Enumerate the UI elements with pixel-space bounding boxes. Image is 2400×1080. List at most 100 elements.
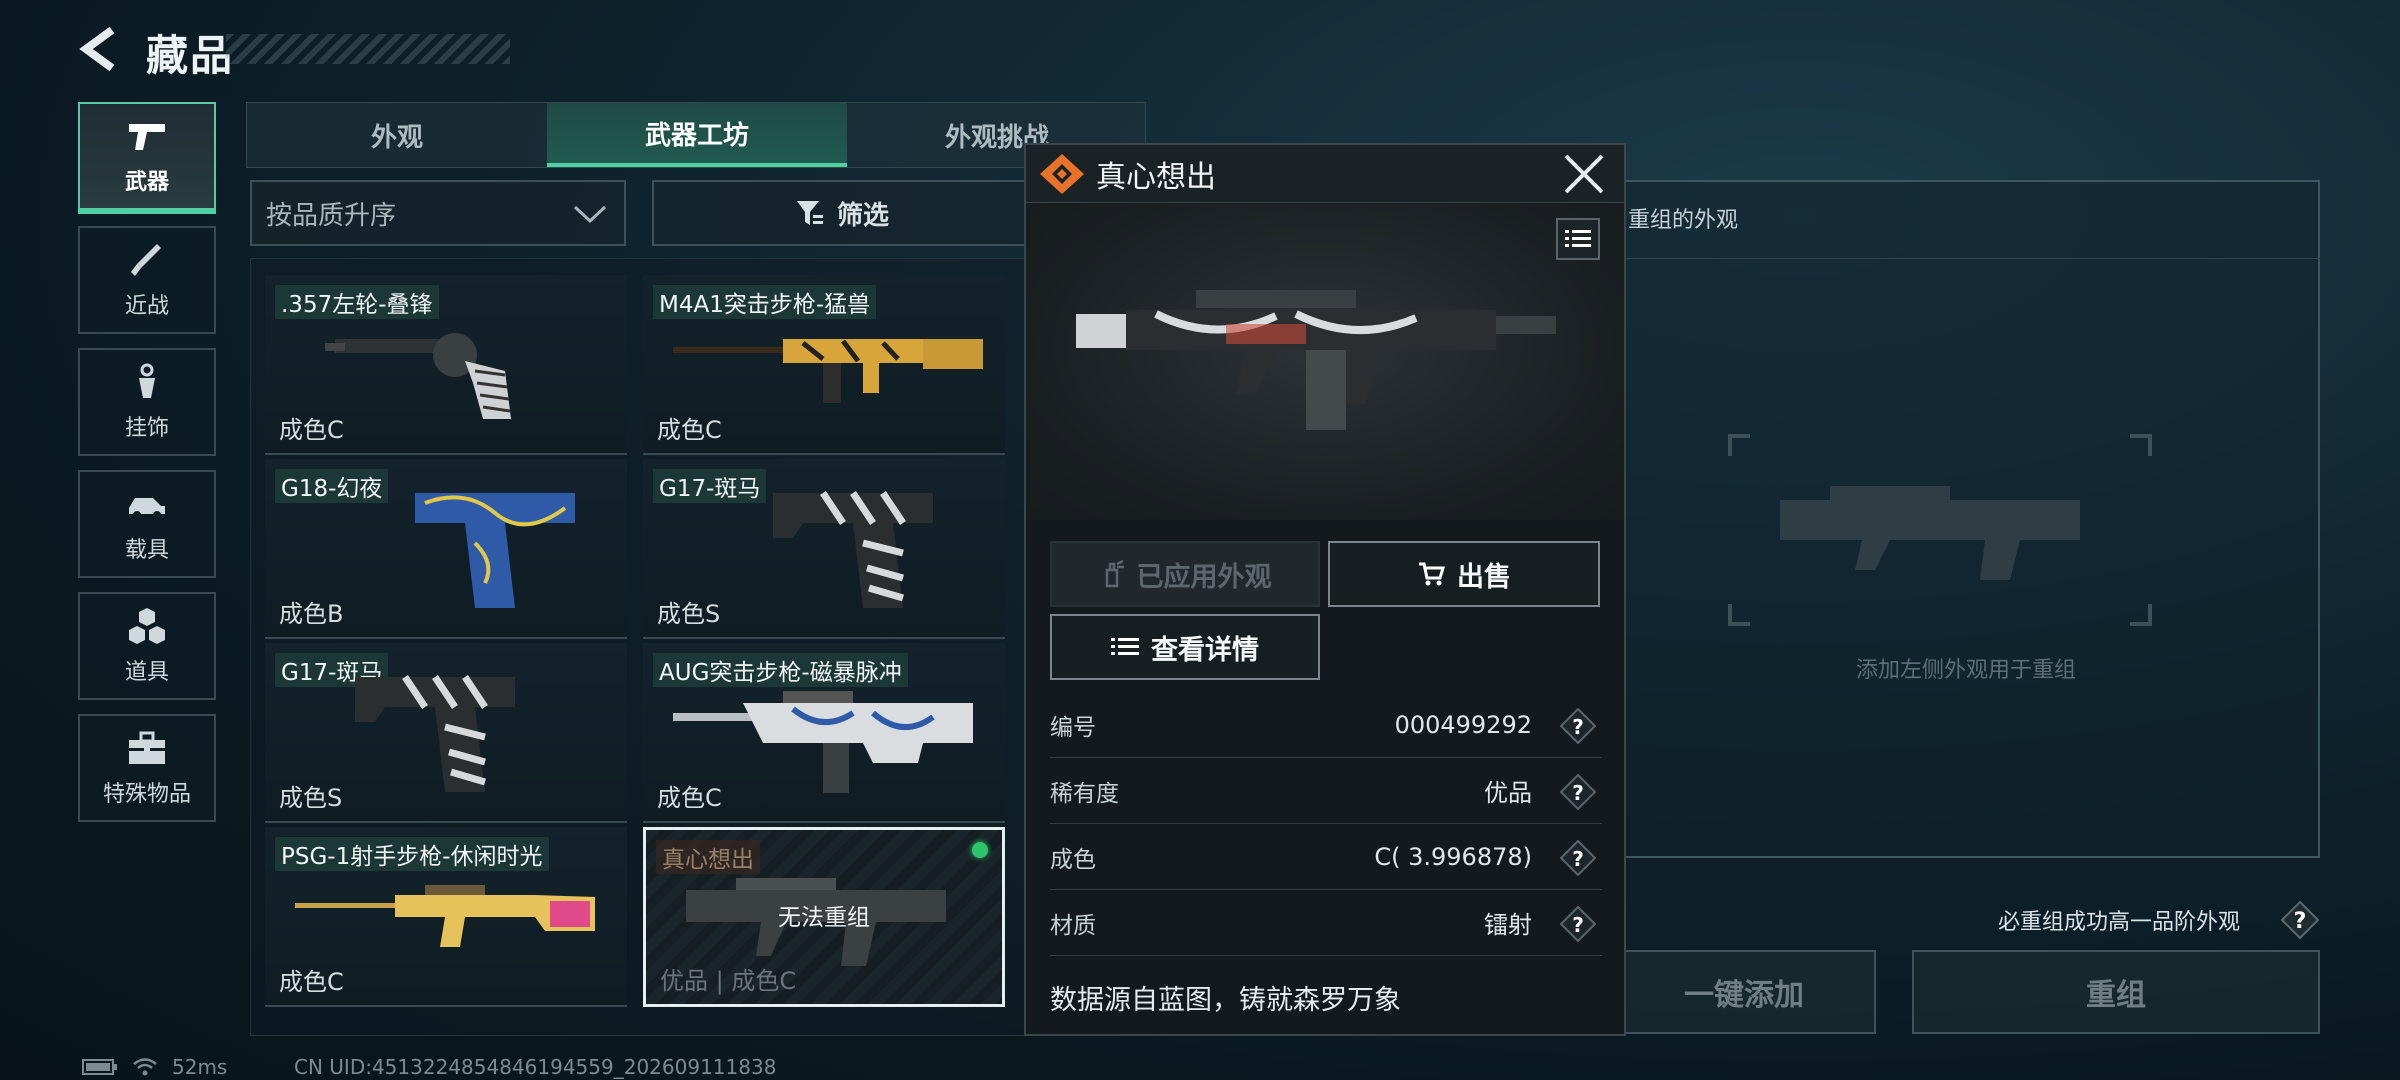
info-value: 000499292 bbox=[1394, 710, 1532, 739]
pistol-image bbox=[415, 493, 575, 608]
weapon-grade: 成色C bbox=[657, 784, 722, 812]
regroup-header: 重组的外观 bbox=[1628, 208, 1739, 233]
revolver-image bbox=[325, 333, 511, 419]
weapon-name: G17-斑马 bbox=[653, 469, 767, 503]
filter-button[interactable]: 筛选 bbox=[652, 180, 1032, 246]
sidebar-item-items[interactable]: 道具 bbox=[78, 592, 216, 700]
cannot-regroup-label: 无法重组 bbox=[778, 905, 870, 931]
help-icon[interactable]: ? bbox=[1560, 840, 1596, 876]
list-icon bbox=[1565, 230, 1591, 247]
divider bbox=[1612, 258, 2320, 259]
sidebar-item-label: 道具 bbox=[124, 660, 169, 685]
list-view-button[interactable] bbox=[1556, 218, 1600, 260]
weapon-grade: 成色B bbox=[279, 600, 344, 628]
one-click-add-button[interactable]: 一键添加 bbox=[1612, 950, 1876, 1034]
weapon-name: PSG-1射手步枪-休闲时光 bbox=[275, 837, 549, 871]
filter-label: 筛选 bbox=[836, 200, 889, 231]
info-key: 成色 bbox=[1050, 846, 1096, 873]
weapon-card-selected[interactable]: 真心想出 无法重组 优品 | 成色C bbox=[643, 827, 1005, 1007]
sidebar-item-vehicles[interactable]: 载具 bbox=[78, 470, 216, 578]
back-arrow-icon[interactable] bbox=[78, 26, 124, 72]
toolbox-icon bbox=[129, 731, 165, 764]
rifle-image bbox=[295, 885, 595, 947]
sidebar-item-charms[interactable]: 挂饰 bbox=[78, 348, 216, 456]
knife-icon bbox=[131, 244, 161, 276]
close-icon[interactable] bbox=[1560, 150, 1608, 198]
weapon-card[interactable]: M4A1突击步枪-猛兽 成色C bbox=[643, 275, 1005, 455]
tab-appearance[interactable]: 外观 bbox=[247, 103, 547, 167]
sort-label: 按品质升序 bbox=[266, 200, 397, 231]
svg-text:?: ? bbox=[1572, 847, 1584, 871]
help-icon[interactable]: ? bbox=[2280, 900, 2320, 940]
vehicle-icon bbox=[129, 498, 165, 519]
sell-button[interactable]: 出售 bbox=[1328, 541, 1600, 607]
smg-preview-image bbox=[1076, 290, 1556, 430]
sidebar-item-label: 武器 bbox=[124, 170, 169, 195]
weapon-name: AUG突击步枪-磁暴脉冲 bbox=[653, 653, 908, 687]
info-row-rarity: 稀有度 优品 ? bbox=[1050, 758, 1602, 824]
tab-bar: 外观 武器工坊 外观挑战 bbox=[246, 102, 1146, 168]
svg-text:?: ? bbox=[1572, 715, 1584, 739]
info-key: 稀有度 bbox=[1050, 780, 1119, 807]
wifi-icon bbox=[133, 1058, 157, 1076]
weapon-card[interactable]: .357左轮-叠锋 成色C bbox=[265, 275, 627, 455]
status-dot bbox=[972, 842, 988, 858]
pistol-icon bbox=[129, 124, 165, 150]
pistol-image bbox=[773, 491, 933, 608]
sell-label: 出售 bbox=[1457, 561, 1511, 593]
help-icon[interactable]: ? bbox=[1560, 906, 1596, 942]
sidebar-item-label: 近战 bbox=[124, 294, 169, 319]
popup-description: 数据源自蓝图，铸就森罗万象 bbox=[1050, 985, 1401, 1016]
battery-icon bbox=[82, 1059, 117, 1075]
info-value: 优品 bbox=[1484, 779, 1532, 807]
help-icon[interactable]: ? bbox=[1560, 774, 1596, 810]
weapon-grade: 成色C bbox=[657, 416, 722, 444]
sidebar-item-label: 挂饰 bbox=[124, 416, 169, 441]
rarity-logo-icon bbox=[1040, 154, 1084, 194]
status-bar: 52ms bbox=[82, 1055, 227, 1079]
page-title: 藏品 bbox=[146, 31, 235, 80]
info-row-material: 材质 镭射 ? bbox=[1050, 890, 1602, 956]
weapon-grade: 成色C bbox=[279, 416, 344, 444]
weapon-placeholder-icon bbox=[1728, 434, 2152, 626]
sidebar-item-label: 特殊物品 bbox=[102, 782, 191, 807]
weapon-grade: 优品 | 成色C bbox=[660, 967, 797, 995]
weapon-card[interactable]: G17-斑马 成色S bbox=[265, 643, 627, 823]
tab-weapon-workshop[interactable]: 武器工坊 bbox=[547, 103, 847, 167]
weapon-grade: 成色C bbox=[279, 968, 344, 996]
applied-appearance-button[interactable]: 已应用外观 bbox=[1050, 541, 1320, 607]
cart-icon bbox=[1419, 562, 1445, 586]
weapon-preview bbox=[1026, 204, 1624, 520]
weapon-card[interactable]: G18-幻夜 成色B bbox=[265, 459, 627, 639]
title-decoration bbox=[226, 34, 510, 64]
svg-text:?: ? bbox=[2294, 909, 2307, 934]
weapon-card[interactable]: G17-斑马 成色S bbox=[643, 459, 1005, 639]
view-details-button[interactable]: 查看详情 bbox=[1050, 614, 1320, 680]
pistol-image bbox=[355, 675, 515, 792]
weapon-name: G18-幻夜 bbox=[275, 469, 389, 503]
rifle-image bbox=[673, 339, 983, 403]
weapon-grid: .357左轮-叠锋 成色C M4A1突击步枪-猛兽 成色C G18-幻夜 成色B… bbox=[250, 258, 1040, 1036]
sidebar-item-melee[interactable]: 近战 bbox=[78, 226, 216, 334]
sidebar-item-label: 载具 bbox=[124, 538, 169, 563]
help-icon[interactable]: ? bbox=[1560, 708, 1596, 744]
spray-icon bbox=[1105, 560, 1124, 588]
weapon-card[interactable]: AUG突击步枪-磁暴脉冲 成色C bbox=[643, 643, 1005, 823]
info-key: 材质 bbox=[1050, 912, 1096, 939]
info-value: C( 3.996878) bbox=[1374, 842, 1532, 871]
svg-text:?: ? bbox=[1572, 781, 1584, 805]
sidebar-item-weapons[interactable]: 武器 bbox=[78, 102, 216, 214]
regroup-hint: 添加左侧外观用于重组 bbox=[1855, 658, 2076, 683]
must-upgrade-label: 必重组成功高一品阶外观 bbox=[1998, 910, 2241, 935]
uid-label: CN UID:4513224854846194559_202609111838 bbox=[294, 1055, 777, 1079]
weapon-grade: 成色S bbox=[657, 600, 721, 628]
svg-text:?: ? bbox=[1572, 913, 1584, 937]
sidebar-item-special[interactable]: 特殊物品 bbox=[78, 714, 216, 822]
weapon-name: M4A1突击步枪-猛兽 bbox=[653, 285, 877, 319]
detail-label: 查看详情 bbox=[1151, 634, 1259, 666]
regroup-button[interactable]: 重组 bbox=[1912, 950, 2320, 1034]
sort-dropdown[interactable]: 按品质升序 bbox=[250, 180, 626, 246]
weapon-card[interactable]: PSG-1射手步枪-休闲时光 成色C bbox=[265, 827, 627, 1007]
items-icon bbox=[129, 608, 165, 644]
info-key: 编号 bbox=[1050, 714, 1096, 741]
